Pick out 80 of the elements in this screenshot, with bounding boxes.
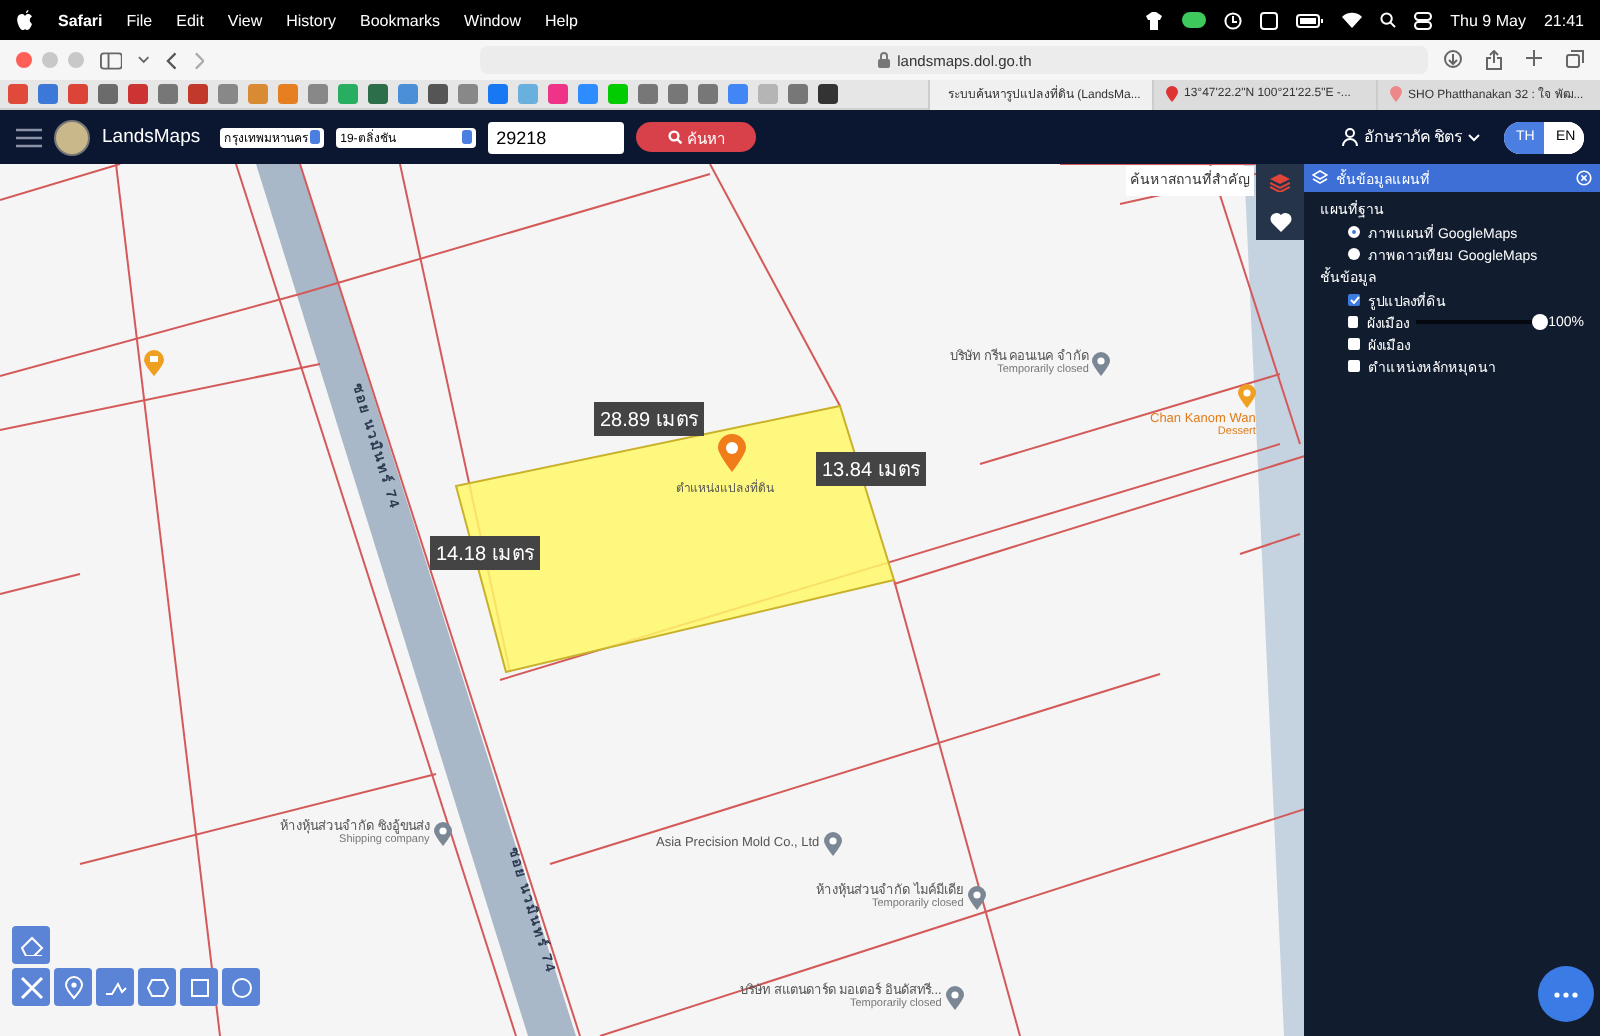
control-center-icon[interactable]: [1414, 11, 1433, 29]
measurement-label: 13.84 เมตร: [816, 452, 926, 486]
close-button[interactable]: [1576, 170, 1592, 186]
lock-icon: [877, 52, 890, 68]
search-icon: [667, 130, 682, 144]
shop-pin-icon: [945, 985, 964, 1010]
forward-icon[interactable]: [193, 51, 205, 69]
measure-tool-button[interactable]: [12, 968, 50, 1006]
menu-item[interactable]: Bookmarks: [360, 11, 441, 29]
app-status-icon[interactable]: [1182, 12, 1207, 28]
layers-icon: [1312, 170, 1328, 186]
marker-tool-button[interactable]: [54, 968, 92, 1006]
heart-icon: [1269, 211, 1291, 231]
clock-icon[interactable]: [1224, 11, 1243, 29]
input-source-icon[interactable]: [1260, 11, 1279, 29]
eraser-tool-button[interactable]: [12, 926, 50, 964]
plus-icon[interactable]: [1526, 50, 1542, 66]
restaurant-pin-icon[interactable]: [144, 350, 164, 376]
polygon-tool-button[interactable]: [138, 968, 176, 1006]
circle-icon: [229, 975, 253, 999]
chevron-down-icon: [1468, 133, 1480, 141]
menu-item[interactable]: Edit: [176, 11, 204, 29]
app-menu[interactable]: Safari: [58, 11, 103, 29]
checkbox[interactable]: [1348, 294, 1360, 306]
apple-icon[interactable]: [16, 10, 34, 30]
place-pin-icon: [433, 821, 452, 846]
stepper-icon: [462, 130, 473, 144]
stepper-icon: [310, 130, 321, 144]
back-icon[interactable]: [166, 51, 178, 69]
slider-thumb[interactable]: [1532, 314, 1549, 330]
logo-icon: [54, 119, 90, 155]
menu-item[interactable]: View: [227, 11, 263, 29]
eraser-icon: [19, 935, 43, 955]
food-pin-icon: [1237, 384, 1256, 408]
menubar-date: Thu 9 May: [1450, 11, 1526, 29]
close-icon: [1576, 170, 1592, 186]
menubar-time: 21:41: [1543, 11, 1584, 29]
ruler-pencil-icon: [19, 975, 43, 999]
radio-button[interactable]: [1348, 248, 1360, 260]
download-icon[interactable]: [1444, 50, 1462, 68]
pin-icon: [1166, 86, 1178, 102]
chevron-down-icon[interactable]: [138, 56, 151, 64]
tabs-overview-icon[interactable]: [1566, 50, 1584, 68]
pin-icon: [1390, 86, 1402, 102]
shop-pin-icon: [967, 885, 986, 910]
sidebar-icon[interactable]: [100, 51, 123, 69]
checkmark-icon: [1349, 296, 1359, 304]
brand-name: LandsMaps: [102, 126, 201, 148]
user-icon: [1341, 128, 1358, 146]
measurement-label: 28.89 เมตร: [594, 402, 704, 436]
search-icon[interactable]: [1380, 12, 1397, 28]
measurement-label: 14.18 เมตร: [430, 536, 540, 570]
radio-button[interactable]: [1348, 226, 1360, 238]
user-menu[interactable]: อักษราภัค ชิตร: [1341, 124, 1480, 150]
polygon-icon: [145, 975, 169, 999]
circle-tool-button[interactable]: [222, 968, 260, 1006]
menu-item[interactable]: File: [126, 11, 153, 29]
menu-icon[interactable]: [16, 127, 42, 147]
place-pin-icon: [823, 832, 842, 856]
checkbox[interactable]: [1348, 316, 1359, 328]
rectangle-tool-button[interactable]: [180, 968, 218, 1006]
more-icon: [1554, 991, 1578, 997]
place-pin-icon: [1092, 351, 1111, 376]
menu-item[interactable]: Help: [544, 11, 578, 29]
line-tool-button[interactable]: [96, 968, 134, 1006]
menu-item[interactable]: History: [286, 11, 337, 29]
pin-icon: [61, 975, 85, 999]
shirt-icon[interactable]: [1144, 11, 1165, 29]
favorites-button[interactable]: [1256, 202, 1304, 240]
checkbox[interactable]: [1348, 360, 1360, 372]
share-icon[interactable]: [1486, 50, 1502, 70]
window-close-button[interactable]: [16, 52, 32, 68]
layers-icon: [1270, 174, 1290, 192]
menu-item[interactable]: Window: [464, 11, 521, 29]
checkbox[interactable]: [1348, 338, 1360, 350]
rectangle-icon: [187, 975, 211, 999]
wifi-icon[interactable]: [1342, 12, 1363, 28]
location-pin-icon[interactable]: [718, 434, 746, 472]
battery-icon[interactable]: [1296, 13, 1325, 27]
parcel-number-field[interactable]: 29218: [488, 121, 625, 153]
